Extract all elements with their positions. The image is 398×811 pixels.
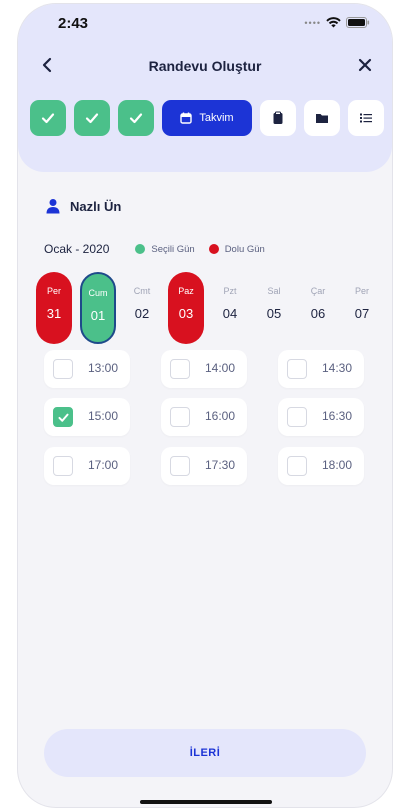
slot-checkbox[interactable]	[53, 407, 73, 427]
battery-icon	[346, 17, 370, 28]
day-number: 02	[134, 306, 150, 321]
day-name: Pzt	[223, 286, 237, 296]
close-button[interactable]	[354, 54, 376, 76]
slot-checkbox[interactable]	[287, 407, 307, 427]
legend-selected: Seçili Gün	[135, 243, 195, 255]
nav-bar: Randevu Oluştur	[18, 48, 392, 84]
day-strip: Per 31 Cum 01 Cmt 02 Paz 03 Pzt 04 Sal 05 Çar 0…	[36, 272, 392, 344]
day-name: Paz	[178, 286, 194, 296]
legend-selected-dot	[135, 244, 146, 254]
page-title: Randevu Oluştur	[148, 58, 262, 74]
check-icon	[57, 413, 69, 422]
legend-selected-label: Seçili Gün	[151, 243, 195, 255]
day-name: Per	[354, 286, 369, 296]
check-icon	[129, 113, 143, 124]
day-item[interactable]: Çar 06	[300, 272, 336, 344]
day-name: Çar	[310, 286, 326, 296]
slot-time: 18:00	[321, 458, 352, 472]
step-completed-2[interactable]	[74, 100, 110, 136]
slot-time: 16:00	[204, 409, 235, 423]
slot-checkbox[interactable]	[287, 359, 307, 379]
day-number: 31	[46, 306, 62, 321]
calendar-icon	[180, 112, 193, 124]
day-number: 01	[90, 308, 106, 323]
list-icon	[360, 113, 372, 123]
folder-icon	[316, 114, 328, 123]
day-name: Per	[46, 286, 61, 296]
legend-full-label: Dolu Gün	[224, 243, 265, 255]
day-item[interactable]: Sal 05	[256, 272, 292, 344]
slot-checkbox[interactable]	[170, 359, 190, 379]
time-slot[interactable]: 17:00	[44, 447, 130, 485]
day-name: Sal	[267, 286, 281, 296]
day-number: 03	[178, 306, 194, 321]
step-completed-1[interactable]	[30, 100, 66, 136]
slot-time: 16:30	[321, 409, 352, 423]
day-item[interactable]: Cmt 02	[124, 272, 160, 344]
time-slot[interactable]: 13:00	[44, 350, 130, 388]
check-icon	[41, 113, 55, 124]
slot-checkbox[interactable]	[170, 407, 190, 427]
time-slot[interactable]: 16:00	[161, 398, 247, 436]
slot-checkbox[interactable]	[53, 359, 73, 379]
status-bar: 2:43 ••••	[18, 4, 392, 44]
legend-full: Dolu Gün	[208, 243, 265, 255]
time-slot[interactable]: 14:00	[161, 350, 247, 388]
next-button[interactable]: İLERİ	[44, 729, 366, 777]
day-number: 07	[354, 306, 370, 321]
day-name: Cum	[88, 288, 108, 298]
day-item[interactable]: Paz 03	[168, 272, 204, 344]
step-folder[interactable]	[304, 100, 340, 136]
slot-checkbox[interactable]	[53, 456, 73, 476]
day-number: 05	[266, 306, 282, 321]
slot-time: 15:00	[87, 409, 118, 423]
time-slot[interactable]: 18:00	[278, 447, 364, 485]
slot-time: 14:00	[204, 361, 235, 375]
step-indicator: Takvim	[30, 100, 392, 136]
phone-screen: 2:43 •••• Randevu Oluştur Takvim Nazlı Ü…	[18, 4, 392, 807]
selected-person: Nazlı Ün	[46, 198, 121, 214]
wifi-icon	[326, 17, 341, 28]
day-item[interactable]: Cum 01	[80, 272, 116, 344]
home-indicator	[140, 800, 272, 804]
time-slot[interactable]: 14:30	[278, 350, 364, 388]
slot-time: 14:30	[321, 361, 352, 375]
day-number: 06	[310, 306, 326, 321]
clipboard-icon	[273, 111, 283, 124]
day-item[interactable]: Pzt 04	[212, 272, 248, 344]
user-icon	[46, 199, 60, 214]
slot-checkbox[interactable]	[170, 456, 190, 476]
check-icon	[85, 113, 99, 124]
status-time: 2:43	[58, 15, 89, 32]
step-list[interactable]	[348, 100, 384, 136]
step-clipboard[interactable]	[260, 100, 296, 136]
time-slot[interactable]: 15:00	[44, 398, 130, 436]
slot-time: 17:30	[204, 458, 235, 472]
slot-time: 17:00	[87, 458, 118, 472]
step-calendar-active[interactable]: Takvim	[162, 100, 252, 136]
time-slot[interactable]: 17:30	[161, 447, 247, 485]
slot-checkbox[interactable]	[287, 456, 307, 476]
status-icons: ••••	[304, 17, 370, 28]
month-label: Ocak - 2020	[44, 242, 110, 256]
day-item[interactable]: Per 07	[344, 272, 380, 344]
close-icon	[358, 58, 372, 72]
signal-icon: ••••	[304, 17, 321, 28]
step-calendar-label: Takvim	[199, 112, 234, 124]
calendar-header: Ocak - 2020 Seçili Gün Dolu Gün	[44, 242, 279, 256]
step-completed-3[interactable]	[118, 100, 154, 136]
slot-time: 13:00	[87, 361, 118, 375]
day-item[interactable]: Per 31	[36, 272, 72, 344]
user-name: Nazlı Ün	[70, 198, 122, 214]
day-number: 04	[222, 306, 238, 321]
time-slot[interactable]: 16:30	[278, 398, 364, 436]
legend-full-dot	[208, 244, 219, 254]
day-name: Cmt	[133, 286, 151, 296]
